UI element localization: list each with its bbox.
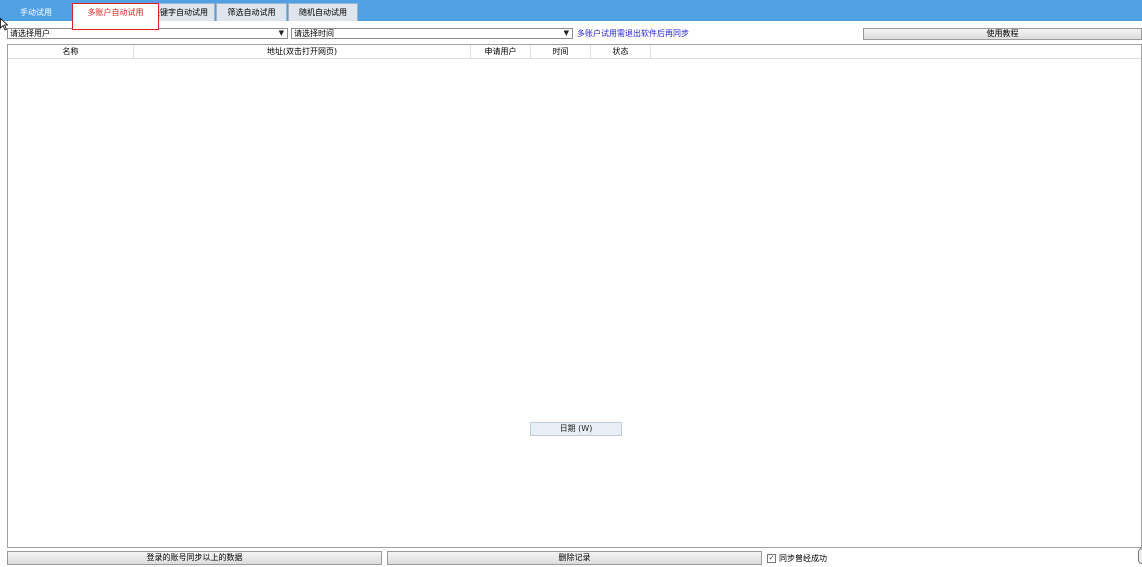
column-header-name[interactable]: 名称 (8, 45, 134, 59)
column-header-status[interactable]: 状态 (591, 45, 651, 59)
resize-handle[interactable] (1138, 548, 1142, 564)
dropdown-arrow-icon: ▼ (563, 29, 569, 37)
sync-data-button[interactable]: 登录的账号同步以上的数据 (7, 551, 382, 565)
records-table[interactable]: 名称 地址(双击打开网页) 申请用户 时间 状态 (7, 44, 1142, 548)
tab-random-trial[interactable]: 随机自动试用 (288, 3, 358, 21)
column-header-time[interactable]: 时间 (531, 45, 591, 59)
tutorial-button[interactable]: 使用教程 (863, 28, 1142, 40)
sync-hint: 多账户试用需退出软件后再同步 (577, 29, 689, 38)
delete-records-button[interactable]: 删除记录 (387, 551, 762, 565)
dropdown-arrow-icon: ▼ (278, 29, 284, 37)
column-header-user[interactable]: 申请用户 (471, 45, 531, 59)
column-header-url[interactable]: 地址(双击打开网页) (134, 45, 471, 59)
tab-manual-trial[interactable]: 手动试用 (0, 3, 72, 21)
user-select-value: 请选择用户 (10, 29, 50, 38)
tab-filter-trial[interactable]: 筛选自动试用 (216, 3, 287, 21)
sync-success-checkbox[interactable]: ✓ (767, 553, 776, 563)
time-select-value: 请选择时间 (294, 29, 334, 38)
sync-success-option[interactable]: ✓ 同步曾经成功 (767, 552, 827, 564)
sync-success-label: 同步曾经成功 (779, 553, 827, 563)
tab-multi-account-trial[interactable]: 多账户自动试用 (72, 3, 159, 30)
time-select[interactable]: 请选择时间 ▼ (291, 28, 573, 39)
date-label[interactable]: 日期 (W) (530, 422, 622, 436)
table-header: 名称 地址(双击打开网页) 申请用户 时间 状态 (8, 45, 1141, 59)
